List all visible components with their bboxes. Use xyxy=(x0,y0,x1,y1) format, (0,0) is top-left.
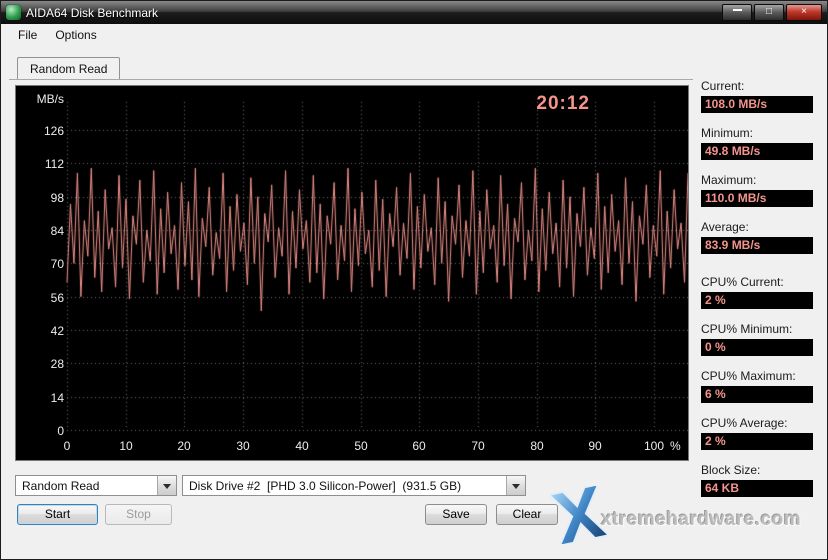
dropdown-button[interactable] xyxy=(157,476,176,495)
x-tick-label: 30 xyxy=(236,439,250,453)
chevron-down-icon xyxy=(163,483,171,493)
stop-button[interactable]: Stop xyxy=(105,504,172,525)
menu-file[interactable]: File xyxy=(9,26,46,44)
tab-divider xyxy=(9,79,693,80)
x-tick-label: 100 xyxy=(643,439,665,453)
clear-button[interactable]: Clear xyxy=(496,504,558,525)
y-tick-label: 28 xyxy=(50,357,64,371)
x-tick-label: 50 xyxy=(354,439,368,453)
close-button[interactable]: × xyxy=(786,4,822,21)
x-tick-label: 60 xyxy=(412,439,426,453)
minimize-icon xyxy=(732,8,742,11)
close-icon: × xyxy=(801,6,807,17)
app-window: AIDA64 Disk Benchmark □ × File Options R… xyxy=(0,0,828,560)
stat-label: CPU% Average: xyxy=(701,416,788,430)
x-tick-label: 80 xyxy=(530,439,544,453)
drive-value: Disk Drive #2 [PHD 3.0 Silicon-Power] (9… xyxy=(189,478,462,493)
stat-label: Current: xyxy=(701,79,745,93)
y-tick-label: 0 xyxy=(57,424,64,438)
x-tick-label: 90 xyxy=(588,439,602,453)
chevron-down-icon xyxy=(512,483,520,493)
x-axis-unit-label: % xyxy=(670,439,681,453)
stat-current: Current: 108.0 MB/s xyxy=(701,79,813,113)
xtremehardware-logo xyxy=(547,482,611,549)
aida64-app-icon xyxy=(6,5,21,20)
y-tick-label: 112 xyxy=(44,157,64,171)
menu-options[interactable]: Options xyxy=(46,26,105,44)
stats-panel: Current: 108.0 MB/s Minimum: 49.8 MB/s M… xyxy=(701,79,813,510)
stat-cpu-average: CPU% Average: 2 % xyxy=(701,416,813,450)
stat-label: CPU% Minimum: xyxy=(701,322,793,336)
stat-value: 64 KB xyxy=(701,480,813,497)
chart-frame: 20:12 MB/s 126 112 98 84 70 56 42 28 14 0 0 10 20 30 40… xyxy=(15,85,689,461)
stat-cpu-maximum: CPU% Maximum: 6 % xyxy=(701,369,813,403)
stat-cpu-minimum: CPU% Minimum: 0 % xyxy=(701,322,813,356)
stat-cpu-current: CPU% Current: 2 % xyxy=(701,275,813,309)
y-tick-label: 56 xyxy=(50,291,64,305)
stat-minimum: Minimum: 49.8 MB/s xyxy=(701,126,813,160)
stat-label: CPU% Current: xyxy=(701,275,784,289)
maximize-icon: □ xyxy=(765,6,773,17)
stat-value: 6 % xyxy=(701,386,813,403)
stat-value: 49.8 MB/s xyxy=(701,143,813,160)
stat-label: CPU% Maximum: xyxy=(701,369,796,383)
dropdown-button[interactable] xyxy=(506,476,525,495)
window-controls: □ × xyxy=(722,4,822,21)
y-tick-label: 70 xyxy=(50,257,64,271)
benchmark-type-select[interactable]: Random Read xyxy=(15,475,177,496)
x-tick-label: 10 xyxy=(119,439,133,453)
elapsed-time: 20:12 xyxy=(536,93,590,114)
y-tick-label: 42 xyxy=(50,324,64,338)
menubar: File Options xyxy=(1,24,827,45)
benchmark-chart xyxy=(16,86,688,460)
x-tick-label: 0 xyxy=(63,439,71,453)
tab-random-read[interactable]: Random Read xyxy=(17,57,121,80)
x-tick-label: 70 xyxy=(471,439,485,453)
maximize-button[interactable]: □ xyxy=(754,4,784,21)
stat-label: Maximum: xyxy=(701,173,757,187)
benchmark-type-value: Random Read xyxy=(22,478,100,493)
window-title: AIDA64 Disk Benchmark xyxy=(26,5,159,20)
stat-maximum: Maximum: 110.0 MB/s xyxy=(701,173,813,207)
stat-label: Block Size: xyxy=(701,463,761,477)
stat-value: 108.0 MB/s xyxy=(701,96,813,113)
stat-block-size: Block Size: 64 KB xyxy=(701,463,813,497)
x-tick-label: 20 xyxy=(177,439,191,453)
x-tick-label: 40 xyxy=(295,439,309,453)
stat-label: Average: xyxy=(701,220,749,234)
save-button[interactable]: Save xyxy=(425,504,487,525)
stat-label: Minimum: xyxy=(701,126,754,140)
minimize-button[interactable] xyxy=(722,4,752,21)
titlebar: AIDA64 Disk Benchmark □ × xyxy=(1,1,827,24)
y-tick-label: 98 xyxy=(50,191,64,205)
stat-average: Average: 83.9 MB/s xyxy=(701,220,813,254)
stat-value: 2 % xyxy=(701,292,813,309)
y-tick-label: 126 xyxy=(43,124,64,138)
y-tick-label: 14 xyxy=(50,391,64,405)
drive-select[interactable]: Disk Drive #2 [PHD 3.0 Silicon-Power] (9… xyxy=(182,475,526,496)
stat-value: 83.9 MB/s xyxy=(701,237,813,254)
y-tick-label: 84 xyxy=(50,224,64,238)
stat-value: 0 % xyxy=(701,339,813,356)
start-button[interactable]: Start xyxy=(17,504,98,525)
watermark-text: xtremehardware.com xyxy=(601,509,802,530)
stat-value: 110.0 MB/s xyxy=(701,190,813,207)
y-axis-unit-label: MB/s xyxy=(36,92,64,106)
stat-value: 2 % xyxy=(701,433,813,450)
